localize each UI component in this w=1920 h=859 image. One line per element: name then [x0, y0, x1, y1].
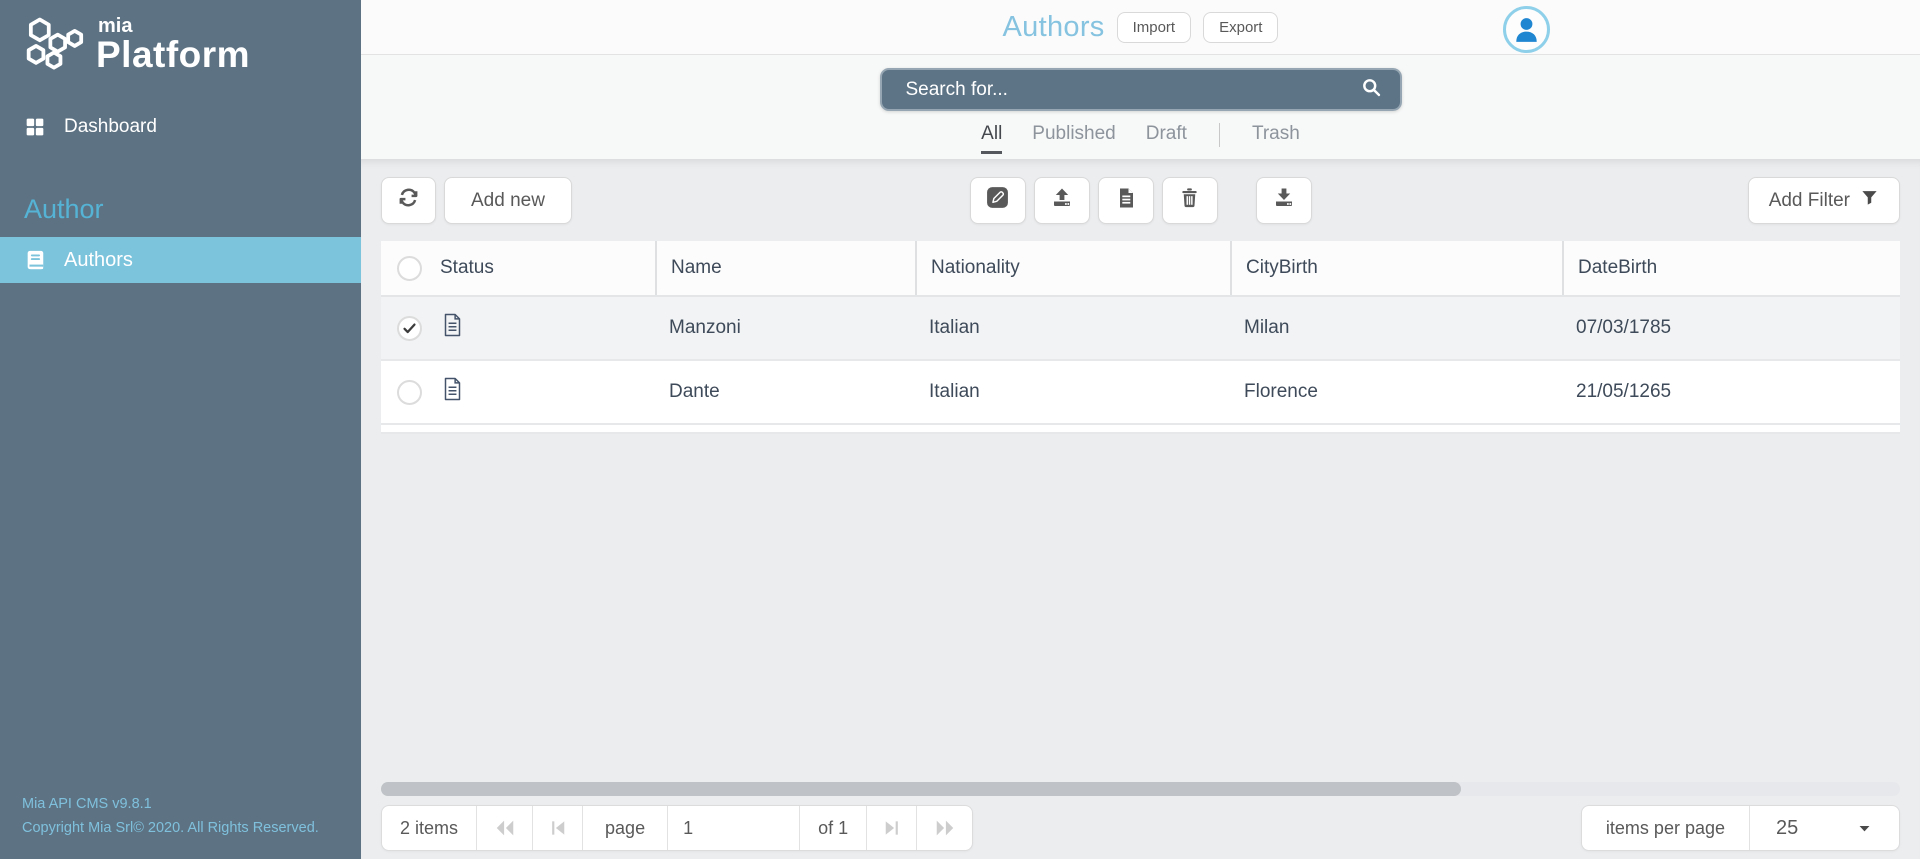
mia-platform-logo: mia Platform — [0, 0, 361, 74]
download-icon — [1272, 186, 1296, 216]
content-area: Add new — [361, 159, 1920, 859]
toolbar: Add new — [381, 177, 1900, 224]
footer-bar: 2 items page of 1 — [381, 805, 1900, 851]
tab-published[interactable]: Published — [1032, 123, 1115, 154]
first-page-button[interactable] — [532, 806, 582, 850]
row-checkbox-unchecked[interactable] — [397, 380, 422, 405]
table-header-row: Status Name Nationality CityBirth DateBi… — [381, 241, 1900, 297]
document-icon — [442, 312, 463, 344]
cell-datebirth: 21/05/1265 — [1562, 361, 1900, 423]
status-tabs: All Published Draft Trash — [361, 123, 1920, 154]
items-per-page-label: items per page — [1582, 806, 1749, 850]
logo-mia-text: mia — [98, 16, 250, 36]
refresh-button[interactable] — [381, 177, 436, 224]
searchbar — [880, 68, 1402, 111]
column-header-name: Name — [655, 241, 915, 295]
skip-to-first-icon — [548, 818, 568, 838]
search-zone: All Published Draft Trash — [361, 55, 1920, 159]
import-button[interactable]: Import — [1117, 12, 1192, 43]
upload-button[interactable] — [1034, 177, 1090, 224]
tab-draft[interactable]: Draft — [1146, 123, 1187, 154]
horizontal-scrollbar-track[interactable] — [381, 782, 1900, 796]
table-row[interactable]: Manzoni Italian Milan 07/03/1785 — [381, 297, 1900, 361]
sidebar-item-label: Authors — [64, 249, 133, 272]
sidebar-item-dashboard[interactable]: Dashboard — [0, 104, 361, 150]
search-icon[interactable] — [1361, 77, 1382, 103]
table-end-strip — [381, 425, 1900, 434]
skip-to-last-icon — [882, 818, 902, 838]
items-per-page-value: 25 — [1776, 817, 1798, 840]
double-chevron-right-icon — [934, 817, 956, 839]
search-input[interactable] — [906, 79, 1361, 101]
document-icon — [442, 376, 463, 408]
sidebar: mia Platform Dashboard Author Authors — [0, 0, 361, 859]
topbar: Authors Import Export — [361, 0, 1920, 55]
page-label: page — [582, 806, 667, 850]
add-filter-button[interactable]: Add Filter — [1748, 177, 1900, 224]
cell-citybirth: Milan — [1230, 297, 1562, 359]
table-row[interactable]: Dante Italian Florence 21/05/1265 — [381, 361, 1900, 425]
double-chevron-left-icon — [494, 817, 516, 839]
main-area: Authors Import Export All Published Draf… — [361, 0, 1920, 859]
app-version: Mia API CMS v9.8.1 — [22, 793, 343, 817]
column-header-citybirth: CityBirth — [1230, 241, 1562, 295]
column-header-nationality: Nationality — [915, 241, 1230, 295]
filter-icon — [1860, 188, 1879, 213]
page-number-field — [667, 806, 799, 850]
last-page-button[interactable] — [866, 806, 916, 850]
cell-datebirth: 07/03/1785 — [1562, 297, 1900, 359]
column-header-status: Status — [440, 257, 494, 279]
book-icon — [24, 249, 46, 271]
page-number-input[interactable] — [668, 806, 799, 850]
logo-platform-text: Platform — [96, 36, 250, 74]
edit-icon — [985, 185, 1010, 216]
horizontal-scrollbar-thumb[interactable] — [381, 782, 1461, 796]
check-icon — [401, 320, 418, 337]
cell-nationality: Italian — [915, 297, 1230, 359]
copyright: Copyright Mia Srl© 2020. All Rights Rese… — [22, 817, 343, 841]
row-checkbox-checked[interactable] — [397, 316, 422, 341]
download-button[interactable] — [1256, 177, 1312, 224]
tab-trash[interactable]: Trash — [1252, 123, 1300, 154]
export-button[interactable]: Export — [1203, 12, 1278, 43]
upload-icon — [1050, 186, 1074, 216]
edit-button[interactable] — [970, 177, 1026, 224]
user-avatar-icon[interactable] — [1503, 6, 1550, 53]
select-all-checkbox[interactable] — [397, 256, 422, 281]
sidebar-item-label: Dashboard — [64, 116, 157, 138]
cell-citybirth: Florence — [1230, 361, 1562, 423]
items-count: 2 items — [382, 806, 476, 850]
cell-name: Dante — [655, 361, 915, 423]
trash-icon — [1178, 186, 1201, 215]
cell-nationality: Italian — [915, 361, 1230, 423]
tab-all[interactable]: All — [981, 123, 1002, 154]
add-new-button[interactable]: Add new — [444, 177, 572, 224]
items-per-page-control: items per page 25 — [1581, 805, 1900, 851]
pagination: 2 items page of 1 — [381, 805, 973, 851]
fast-next-page-button[interactable] — [916, 806, 972, 850]
delete-button[interactable] — [1162, 177, 1218, 224]
cell-name: Manzoni — [655, 297, 915, 359]
refresh-icon — [397, 186, 420, 215]
page-title: Authors — [1003, 11, 1105, 44]
sidebar-item-authors[interactable]: Authors — [0, 237, 361, 283]
add-filter-label: Add Filter — [1769, 190, 1850, 212]
dashboard-grid-icon — [24, 116, 46, 138]
copy-button[interactable] — [1098, 177, 1154, 224]
toolbar-actions — [970, 177, 1312, 224]
hexagon-logo — [20, 16, 86, 74]
page-total-label: of 1 — [799, 806, 866, 850]
fast-previous-page-button[interactable] — [476, 806, 532, 850]
authors-table: Status Name Nationality CityBirth DateBi… — [381, 241, 1900, 434]
column-header-datebirth: DateBirth — [1562, 241, 1900, 295]
sidebar-section-author: Author — [0, 194, 361, 225]
sidebar-footer: Mia API CMS v9.8.1 Copyright Mia Srl© 20… — [0, 793, 361, 859]
copy-icon — [1114, 186, 1138, 216]
chevron-down-icon — [1856, 820, 1873, 837]
tab-divider — [1219, 123, 1220, 147]
items-per-page-select[interactable]: 25 — [1749, 806, 1899, 850]
